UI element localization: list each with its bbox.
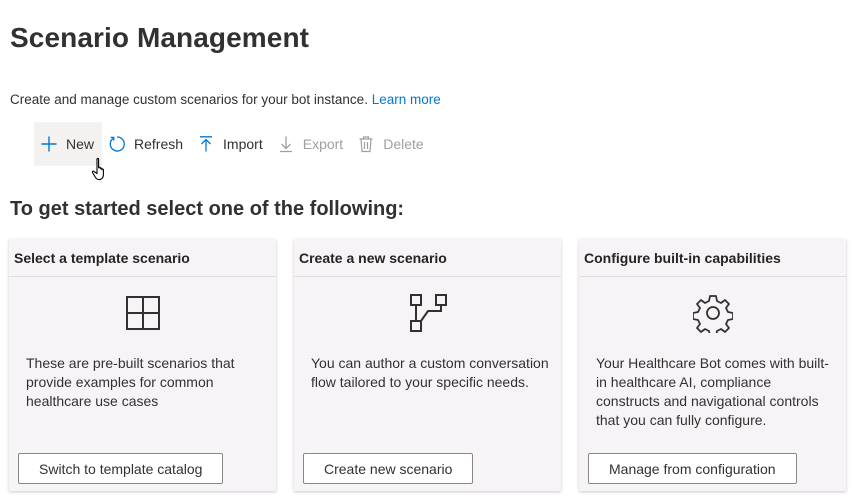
page-title: Scenario Management (10, 22, 310, 53)
card-title: Select a template scenario (9, 239, 276, 277)
section-heading: To get started select one of the followi… (10, 198, 405, 220)
card-description: You can author a custom conversation flo… (311, 355, 549, 390)
card-description: Your Healthcare Bot comes with built-in … (596, 355, 829, 428)
import-button-label: Import (223, 136, 263, 152)
grid-icon (9, 293, 276, 333)
gear-icon (579, 293, 846, 333)
built-in-capabilities-card: Configure built-in capabilities Your Hea… (579, 239, 846, 491)
page-description: Create and manage custom scenarios for y… (10, 92, 441, 107)
manage-from-configuration-button[interactable]: Manage from configuration (588, 453, 797, 484)
flow-icon (294, 293, 561, 333)
refresh-button[interactable]: Refresh (102, 122, 191, 166)
learn-more-link[interactable]: Learn more (372, 92, 441, 107)
plus-icon (40, 135, 58, 153)
card-title: Configure built-in capabilities (579, 239, 846, 277)
create-new-scenario-button[interactable]: Create new scenario (303, 453, 474, 484)
trash-icon (357, 135, 375, 153)
refresh-icon (108, 135, 126, 153)
export-button-label: Export (302, 136, 344, 152)
switch-to-template-catalog-button[interactable]: Switch to template catalog (18, 453, 224, 484)
export-icon (277, 135, 295, 153)
card-title: Create a new scenario (294, 239, 561, 277)
new-button-label: New (66, 136, 95, 152)
template-scenario-card: Select a template scenario These are pre… (9, 239, 276, 491)
refresh-button-label: Refresh (134, 136, 184, 152)
export-button[interactable]: Export (271, 122, 351, 166)
delete-button-label: Delete (383, 136, 424, 152)
page-description-text: Create and manage custom scenarios for y… (10, 92, 368, 107)
hand-pointer-cursor (91, 157, 111, 183)
delete-button[interactable]: Delete (351, 122, 431, 166)
card-description: These are pre-built scenarios that provi… (26, 355, 235, 409)
new-scenario-card: Create a new scenario You can author a c… (294, 239, 561, 491)
import-button[interactable]: Import (191, 122, 271, 166)
import-icon (197, 135, 215, 153)
